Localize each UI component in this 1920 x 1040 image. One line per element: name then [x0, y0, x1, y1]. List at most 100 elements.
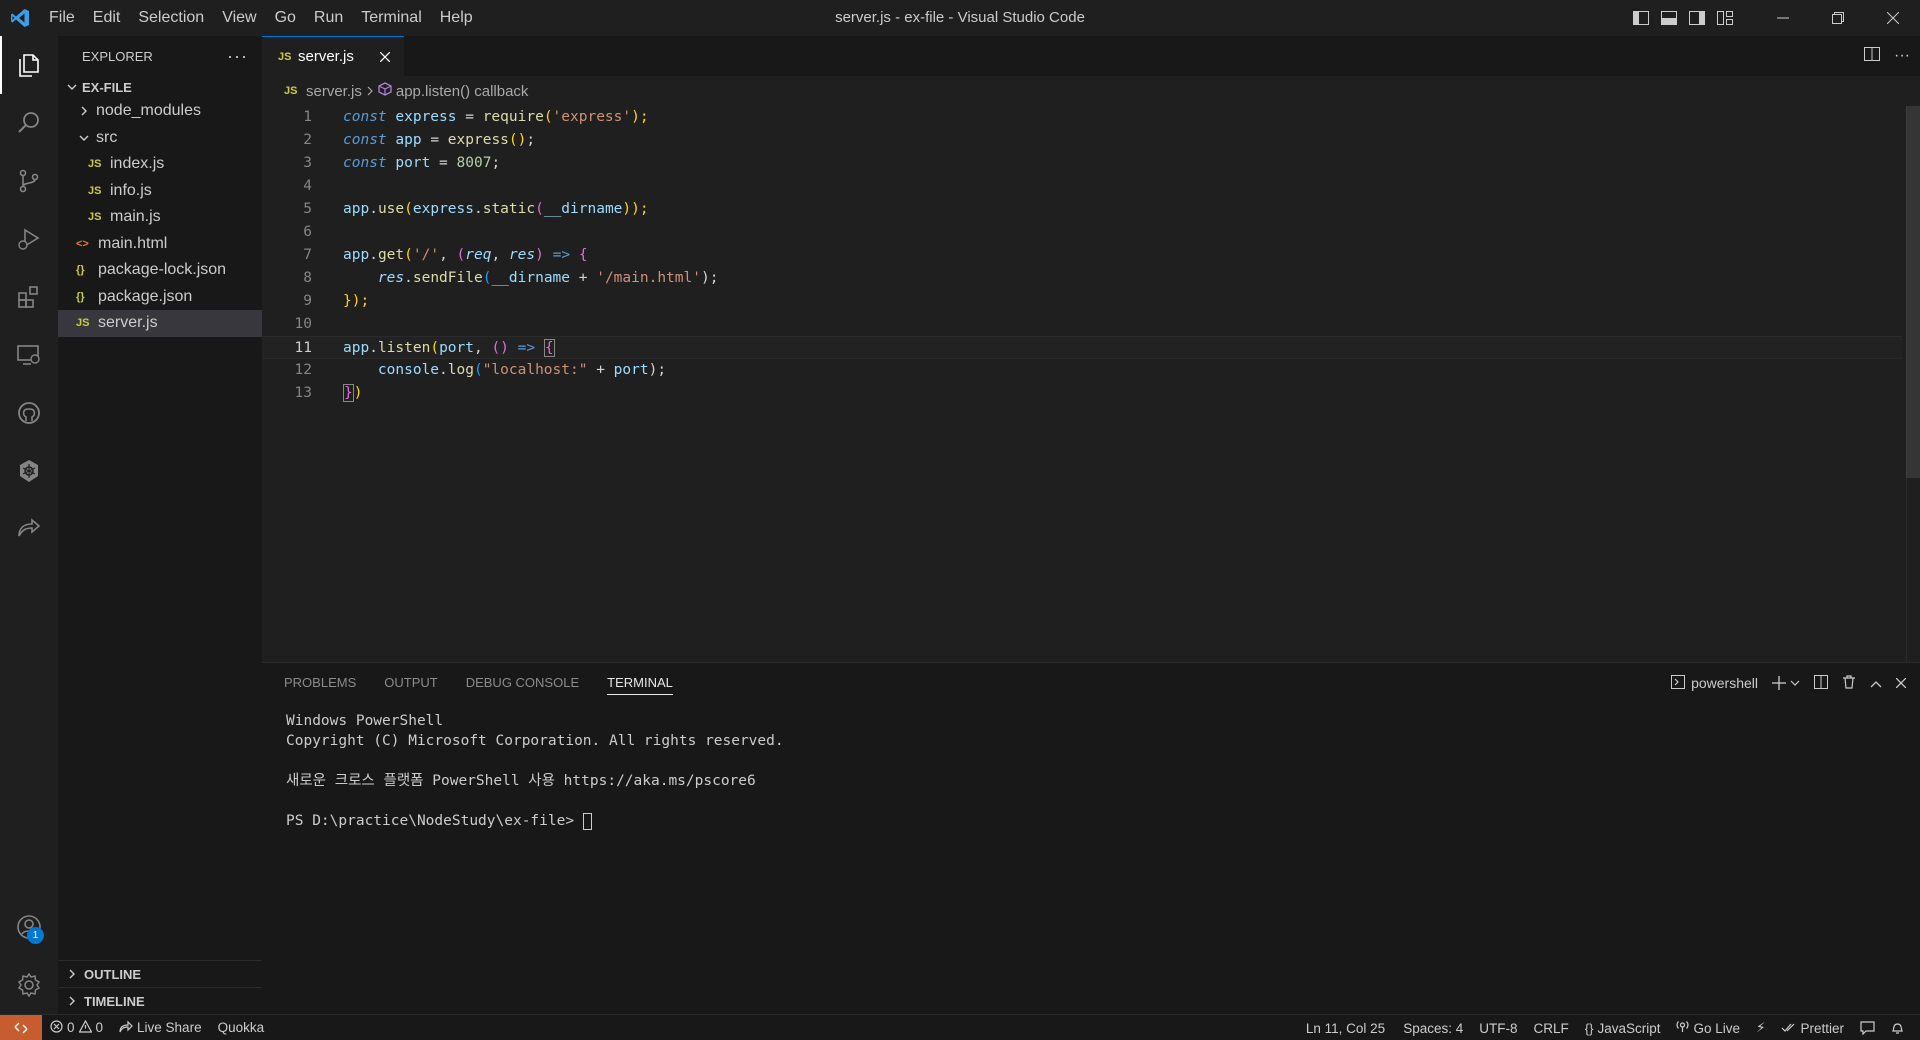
activity-bar: 1 [0, 36, 58, 1014]
toggle-primary-sidebar-icon[interactable] [1627, 0, 1655, 36]
code-token: sendFile [412, 270, 483, 286]
breadcrumb-file[interactable]: server.js [306, 83, 362, 100]
menu-selection[interactable]: Selection [129, 0, 213, 36]
breadcrumb-symbol[interactable]: app.listen() callback [396, 83, 529, 100]
settings-gear-icon[interactable] [0, 956, 58, 1014]
line-number: 3 [303, 155, 312, 171]
terminal-line: 새로운 크로스 플랫폼 PowerShell 사용 https://aka.ms… [286, 773, 756, 789]
encoding-status[interactable]: UTF-8 [1471, 1015, 1525, 1040]
close-tab-icon[interactable] [376, 48, 394, 66]
menu-terminal[interactable]: Terminal [352, 0, 430, 36]
double-check-icon [1781, 1021, 1796, 1036]
extensions-icon[interactable] [0, 268, 58, 326]
timeline-section[interactable]: TIMELINE [58, 987, 262, 1014]
menu-go[interactable]: Go [266, 0, 305, 36]
code-token: ( [430, 340, 440, 356]
tree-file-server-js[interactable]: JS server.js [58, 310, 262, 337]
split-editor-icon[interactable] [1864, 47, 1881, 65]
indentation-status[interactable]: Spaces: 4 [1395, 1015, 1471, 1040]
tree-file-package-lock-json[interactable]: {} package-lock.json [58, 257, 262, 284]
close-window-icon[interactable] [1865, 0, 1920, 36]
live-share-icon[interactable] [0, 500, 58, 558]
tab-debug-console[interactable]: DEBUG CONSOLE [466, 663, 579, 703]
close-panel-icon[interactable] [1895, 675, 1907, 691]
outline-section[interactable]: OUTLINE [58, 960, 262, 987]
json-file-icon: {} [76, 264, 85, 277]
code-token: app [343, 247, 370, 263]
menu-view[interactable]: View [213, 0, 265, 36]
search-icon[interactable] [0, 94, 58, 152]
code-token: () [508, 132, 527, 148]
notifications-bell-icon[interactable] [1883, 1015, 1912, 1040]
code-token: ( [473, 362, 483, 378]
code-token: ( [535, 201, 544, 217]
explorer-icon[interactable] [0, 36, 58, 94]
more-actions-icon[interactable]: ··· [227, 46, 248, 67]
terminal-cursor [582, 812, 592, 830]
tab-server-js[interactable]: JS server.js [262, 36, 404, 76]
explorer-title: EXPLORER [82, 48, 153, 64]
tree-folder-node-modules[interactable]: node_modules [58, 98, 262, 125]
code-token: ( [404, 201, 413, 217]
kill-terminal-icon[interactable] [1842, 674, 1856, 692]
editor-scrollbar[interactable] [1906, 106, 1920, 662]
tree-file-info-js[interactable]: JS info.js [58, 178, 262, 205]
tree-file-index-js[interactable]: JS index.js [58, 151, 262, 178]
restore-icon[interactable] [1810, 0, 1865, 36]
toggle-secondary-sidebar-icon[interactable] [1683, 0, 1711, 36]
run-debug-icon[interactable] [0, 210, 58, 268]
line-number: 5 [303, 201, 312, 217]
editor-scroll-thumb[interactable] [1906, 106, 1920, 478]
tab-output[interactable]: OUTPUT [384, 663, 437, 703]
split-terminal-icon[interactable] [1814, 674, 1828, 692]
prettier-status[interactable]: Prettier [1773, 1015, 1852, 1040]
code-token: => [543, 247, 579, 263]
workspace-folder[interactable]: EX-FILE [58, 76, 262, 98]
menu-bar: File Edit Selection View Go Run Terminal… [40, 0, 482, 36]
customize-layout-icon[interactable] [1711, 0, 1739, 36]
tree-item-label: package-lock.json [98, 261, 227, 279]
github-icon[interactable] [0, 384, 58, 442]
code-line: 1 const express = require('express'); [262, 106, 1902, 129]
go-live-status[interactable]: Go Live [1668, 1015, 1748, 1040]
live-share-status[interactable]: Live Share [111, 1015, 210, 1040]
menu-help[interactable]: Help [431, 0, 482, 36]
editor-more-actions-icon[interactable]: ··· [1894, 47, 1910, 65]
line-number: 4 [303, 178, 312, 194]
menu-edit[interactable]: Edit [84, 0, 130, 36]
code-token: const [343, 155, 387, 171]
line-number: 6 [303, 224, 312, 240]
problems-status[interactable]: 0 0 [42, 1015, 111, 1040]
remote-indicator-icon[interactable] [0, 1014, 42, 1040]
tab-problems[interactable]: PROBLEMS [284, 663, 356, 703]
tree-file-main-html[interactable]: <> main.html [58, 231, 262, 258]
tree-file-main-js[interactable]: JS main.js [58, 204, 262, 231]
js-file-icon: JS [88, 158, 102, 171]
source-control-icon[interactable] [0, 152, 58, 210]
menu-file[interactable]: File [40, 0, 84, 36]
maximize-panel-icon[interactable] [1870, 675, 1882, 691]
language-label: JavaScript [1597, 1020, 1661, 1036]
toggle-panel-icon[interactable] [1655, 0, 1683, 36]
remote-explorer-icon[interactable] [0, 326, 58, 384]
terminal-output[interactable]: Windows PowerShell Copyright (C) Microso… [286, 711, 784, 831]
tree-file-package-json[interactable]: {} package.json [58, 284, 262, 311]
kubernetes-icon[interactable] [0, 442, 58, 500]
tab-terminal[interactable]: TERMINAL [607, 663, 673, 703]
code-editor[interactable]: 1 const express = require('express'); 2 … [262, 106, 1920, 662]
line-number: 11 [294, 340, 312, 356]
tree-folder-src[interactable]: src [58, 125, 262, 152]
terminal-selector[interactable]: powershell [1671, 674, 1758, 692]
accounts-icon[interactable]: 1 [0, 898, 58, 956]
new-terminal-icon[interactable] [1772, 676, 1800, 690]
eslint-icon[interactable]: ⚡ [1748, 1015, 1773, 1040]
menu-run[interactable]: Run [305, 0, 352, 36]
feedback-icon[interactable] [1852, 1015, 1883, 1040]
warning-icon [78, 1019, 93, 1036]
tree-item-label: index.js [110, 155, 165, 173]
minimize-icon[interactable] [1755, 0, 1810, 36]
language-mode[interactable]: {} JavaScript [1577, 1015, 1669, 1040]
quokka-status[interactable]: Quokka [210, 1015, 273, 1040]
cursor-position[interactable]: Ln 11, Col 25 [1298, 1015, 1395, 1040]
eol-status[interactable]: CRLF [1525, 1015, 1576, 1040]
